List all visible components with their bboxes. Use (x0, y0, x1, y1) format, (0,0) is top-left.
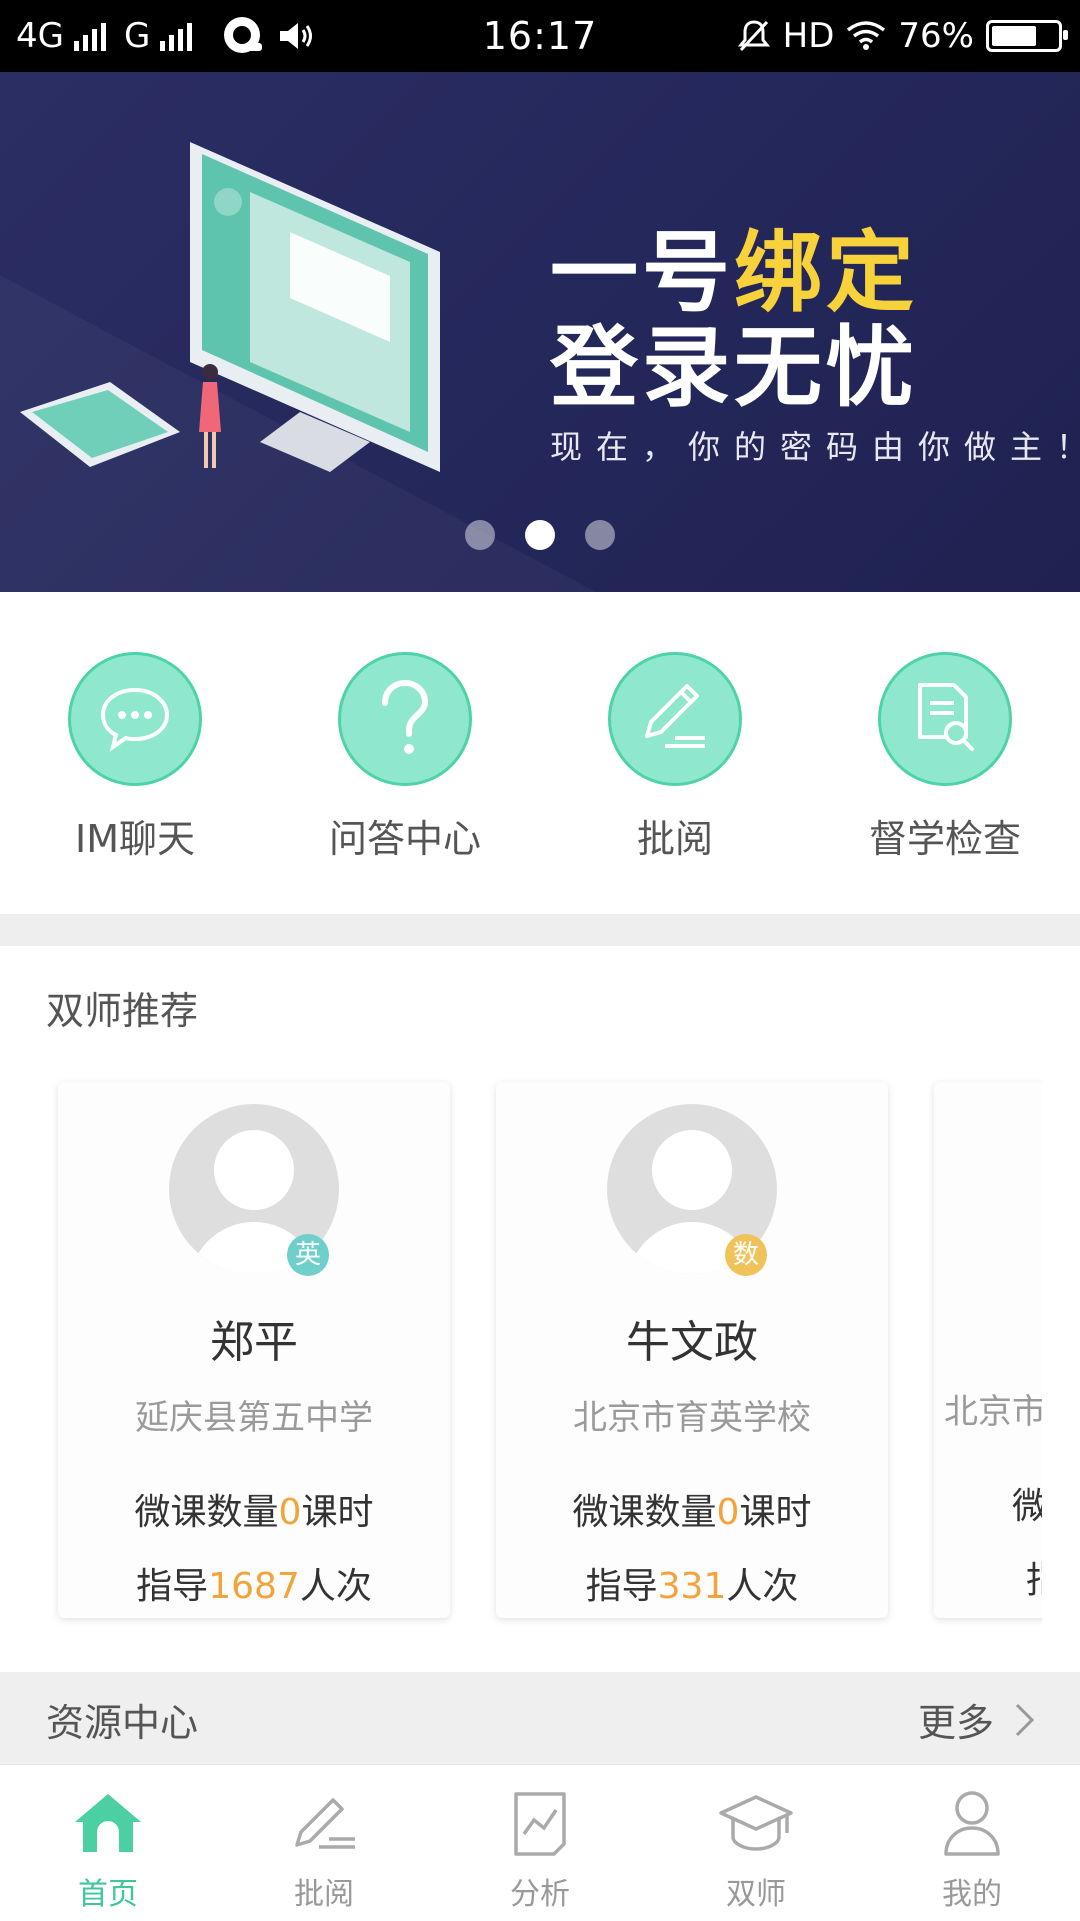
teacher-name: 郑平 (210, 1317, 298, 1368)
nav-home[interactable]: 首页 (0, 1783, 216, 1913)
micro-lesson-count: 微课数量0课时 (572, 1492, 812, 1533)
carousel-dot-2[interactable] (525, 520, 555, 550)
nav-label: 双师 (726, 1877, 786, 1912)
battery-fill (992, 26, 1036, 46)
guidance-count: 指导1687人次 (136, 1566, 372, 1607)
guidance-count: 指 (934, 1551, 1042, 1603)
avatar-wrap: 数 (607, 1104, 777, 1276)
battery-icon (986, 20, 1068, 52)
nav-label: 分析 (510, 1877, 570, 1912)
chart-icon (500, 1783, 580, 1863)
chevron-right-icon (1015, 1703, 1035, 1736)
banner-subtitle: 现在，你的密码由你做主！ (550, 428, 1080, 466)
document-search-icon (878, 652, 1012, 786)
question-mark-icon (338, 652, 472, 786)
home-icon (68, 1783, 148, 1863)
pencil-icon (284, 1783, 364, 1863)
battery-percent: 76% (898, 16, 974, 56)
carousel-indicator[interactable] (0, 520, 1080, 550)
carousel-dot-1[interactable] (465, 520, 495, 550)
quick-action-label: 督学检查 (868, 817, 1021, 861)
carousel-dot-3[interactable] (585, 520, 615, 550)
graduation-cap-icon (716, 1783, 796, 1863)
teacher-name: 牛文政 (626, 1317, 758, 1368)
person-icon (932, 1783, 1012, 1863)
resource-center-header: 资源中心 更多 (0, 1672, 1080, 1764)
micro-lesson-count: 微 (1012, 1486, 1042, 1527)
hd-indicator: HD (782, 16, 835, 56)
quick-action-im-chat[interactable]: IM聊天 (20, 652, 250, 863)
nav-label: 首页 (78, 1877, 138, 1912)
teacher-school: 北京市 (944, 1392, 1042, 1432)
section-title-recommend: 双师推荐 (46, 989, 199, 1033)
quick-action-qa-center[interactable]: 问答中心 (290, 652, 520, 863)
avatar-wrap: 英 (169, 1104, 339, 1276)
nav-review[interactable]: 批阅 (216, 1783, 432, 1913)
section-title-resources: 资源中心 (46, 1701, 199, 1745)
nav-me[interactable]: 我的 (864, 1783, 1080, 1913)
promo-banner[interactable]: 一号绑定 登录无忧 现在，你的密码由你做主！ (0, 72, 1080, 592)
teacher-card-partial[interactable]: 北京市 微 指 (934, 1082, 1042, 1618)
more-link[interactable]: 更多 (918, 1692, 1036, 1747)
phone-illustration (20, 382, 180, 467)
status-bar: 4G G 16:17 HD 76% (0, 0, 1080, 72)
teacher-card[interactable]: 英 郑平 延庆县第五中学 微课数量0课时 指导1687人次 (58, 1082, 450, 1618)
woman-figure-illustration (199, 364, 221, 468)
nav-dual-teacher[interactable]: 双师 (648, 1783, 864, 1913)
more-label: 更多 (917, 1701, 994, 1745)
teacher-school: 北京市育英学校 (573, 1398, 811, 1438)
micro-lesson-count: 微课数量0课时 (134, 1492, 374, 1533)
banner-title-line2: 登录无忧 (550, 316, 919, 419)
quick-action-inspection[interactable]: 督学检查 (830, 652, 1060, 863)
guidance-count: 指导331人次 (585, 1566, 799, 1607)
teacher-card[interactable]: 数 牛文政 北京市育英学校 微课数量0课时 指导331人次 (496, 1082, 888, 1618)
section-divider (0, 914, 1080, 946)
mute-bell-icon (737, 20, 770, 52)
nav-label: 我的 (942, 1877, 1002, 1912)
teacher-school: 延庆县第五中学 (135, 1398, 373, 1438)
subject-badge: 数 (725, 1234, 767, 1276)
subject-badge: 英 (287, 1234, 329, 1276)
wifi-icon (847, 21, 886, 50)
teacher-card-carousel[interactable]: 英 郑平 延庆县第五中学 微课数量0课时 指导1687人次 数 牛文政 北京市育… (46, 1070, 1042, 1630)
pencil-edit-icon (608, 652, 742, 786)
quick-action-label: 批阅 (636, 817, 713, 861)
bottom-nav: 首页 批阅 分析 双师 我的 (0, 1764, 1080, 1921)
chat-bubble-icon (68, 652, 202, 786)
quick-actions: IM聊天 问答中心 批阅 督学检查 (0, 592, 1080, 914)
nav-label: 批阅 (294, 1877, 354, 1912)
status-right: HD 76% (737, 0, 1068, 72)
quick-action-review[interactable]: 批阅 (560, 652, 790, 863)
nav-analysis[interactable]: 分析 (432, 1783, 648, 1913)
quick-action-label: 问答中心 (328, 817, 481, 861)
quick-action-label: IM聊天 (75, 817, 195, 861)
